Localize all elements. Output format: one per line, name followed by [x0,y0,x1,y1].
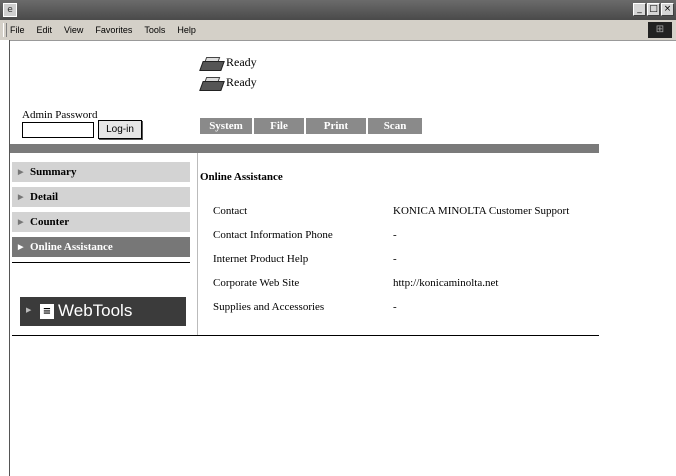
sidebar-item-online-assistance[interactable]: ▶ Online Assistance [12,237,190,257]
admin-password-label: Admin Password [22,109,98,121]
menu-tools[interactable]: Tools [144,25,165,35]
tab-file[interactable]: File [254,118,304,134]
triangle-right-icon: ▶ [18,168,24,176]
info-value: - [393,301,397,313]
menu-bar: File Edit View Favorites Tools Help ⊞ [0,20,676,41]
printer-icon [199,76,225,91]
sidebar-item-label: Online Assistance [30,241,113,253]
triangle-right-icon: ▶ [18,218,24,226]
webtools-icon: ≡ [40,304,54,319]
tab-system[interactable]: System [200,118,252,134]
printer-status: Ready [199,55,257,71]
printer-status: Ready [199,75,257,91]
windows-logo-icon: ⊞ [648,22,672,38]
info-key: Supplies and Accessories [213,301,325,313]
triangle-right-icon: ▶ [26,306,32,314]
status-text: Ready [226,55,257,69]
close-button[interactable]: × [661,3,674,16]
maximize-button[interactable]: □ [647,3,660,16]
menu-favorites[interactable]: Favorites [95,25,132,35]
toolbar-grip[interactable] [3,23,7,37]
login-button[interactable]: Log-in [98,120,142,139]
triangle-right-icon: ▶ [18,193,24,201]
sidebar-item-label: Detail [30,191,59,203]
printer-icon [199,56,225,71]
sidebar-item-detail[interactable]: ▶ Detail [12,187,190,207]
info-value-link[interactable]: http://konicaminolta.net [393,277,498,289]
info-key: Corporate Web Site [213,277,300,289]
admin-password-input[interactable] [22,122,94,138]
info-key: Contact [213,205,248,217]
tab-print[interactable]: Print [306,118,366,134]
info-key: Contact Information Phone [213,229,333,241]
triangle-right-icon: ▶ [18,243,24,251]
sidebar-item-label: Summary [30,166,77,178]
sidebar-item-summary[interactable]: ▶ Summary [12,162,190,182]
sidebar-divider [12,262,190,263]
header-divider-band [10,144,599,153]
page-title: Online Assistance [200,171,283,183]
window-controls: _ □ × [633,3,674,16]
status-text: Ready [226,75,257,89]
column-divider [197,153,198,336]
menu-view[interactable]: View [64,25,83,35]
info-value: - [393,229,397,241]
window-titlebar: e _ □ × [0,0,676,20]
sidebar-item-counter[interactable]: ▶ Counter [12,212,190,232]
tab-scan[interactable]: Scan [368,118,422,134]
webtools-link[interactable]: ▶ ≡ WebTools [20,297,186,326]
sidebar-item-label: Counter [30,216,70,228]
info-value: - [393,253,397,265]
info-value: KONICA MINOLTA Customer Support [393,205,570,217]
menu-edit[interactable]: Edit [37,25,53,35]
minimize-button[interactable]: _ [633,3,646,16]
info-key: Internet Product Help [213,253,309,265]
window-left-edge [0,40,10,476]
main-tabs: System File Print Scan [200,118,422,134]
menu-file[interactable]: File [10,25,25,35]
content-bottom-divider [12,335,599,336]
browser-app-icon: e [3,3,17,17]
menu-help[interactable]: Help [177,25,196,35]
webtools-label: WebTools [58,301,133,320]
